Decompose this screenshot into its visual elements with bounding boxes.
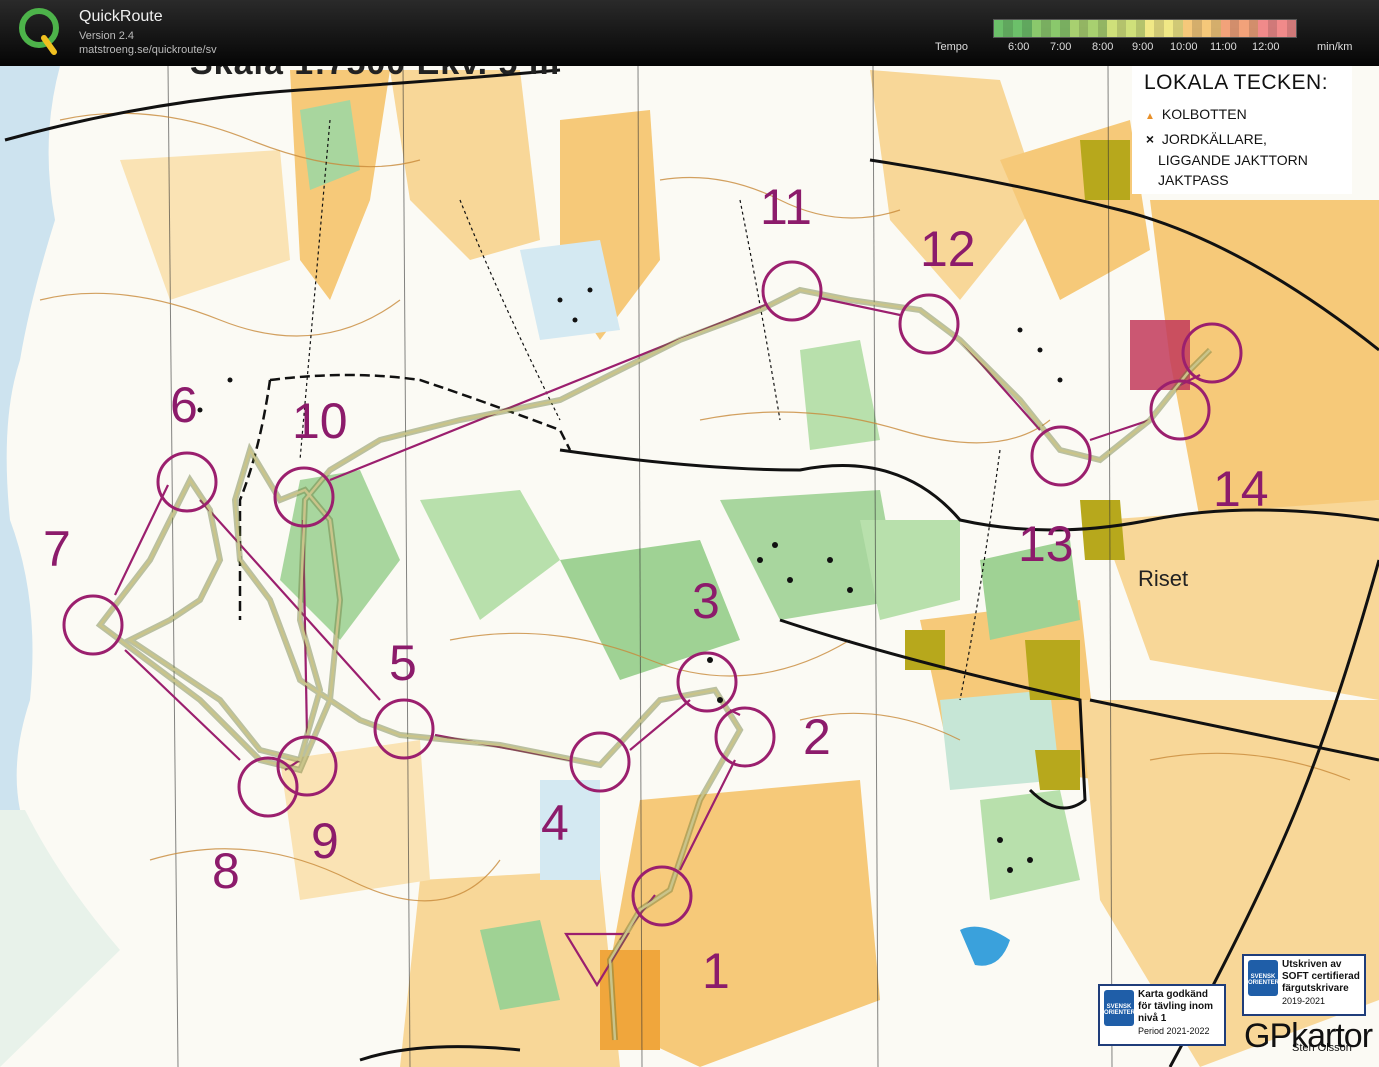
legend-item-jordkallare: × JORDKÄLLARE,	[1142, 129, 1267, 150]
tempo-scale-segment	[1126, 20, 1136, 37]
tempo-scale-segment	[1060, 20, 1070, 37]
legend-item-label: KOLBOTTEN	[1161, 106, 1247, 122]
legend-title: LOKALA TECKEN:	[1144, 71, 1329, 94]
control-number-9: 9	[311, 813, 339, 869]
tempo-scale-segment	[1154, 20, 1164, 37]
control-circle-2	[714, 706, 776, 768]
tempo-scale-segment	[1182, 20, 1193, 37]
tempo-scale-segment	[1012, 20, 1023, 37]
tempo-scale-segment	[1031, 20, 1042, 37]
tempo-scale-segment	[1088, 20, 1098, 37]
tempo-tick: 12:00	[1252, 41, 1280, 53]
tempo-scale-segment	[1107, 20, 1117, 37]
tempo-scale-segment	[1097, 20, 1108, 37]
tempo-scale-segment	[1163, 20, 1174, 37]
legend-item-kolbotten: ▲ KOLBOTTEN	[1142, 104, 1247, 127]
tempo-scale-segment	[1286, 20, 1296, 37]
tempo-scale-segment	[1069, 20, 1079, 37]
tempo-ticks: 6:00 7:00 8:00 9:00 10:00 11:00 12:00	[1000, 41, 1300, 55]
tempo-scale-segment	[1220, 20, 1230, 37]
cross-icon: ×	[1145, 131, 1155, 147]
control-circle-12	[898, 293, 960, 355]
control-number-11: 11	[760, 179, 812, 235]
tempo-scale-segment	[1078, 20, 1089, 37]
tempo-scale-segment	[1116, 20, 1127, 37]
tempo-scale-segment	[1277, 20, 1287, 37]
control-number-2: 2	[803, 709, 831, 765]
tempo-tick: 7:00	[1050, 41, 1072, 53]
control-number-14: 14	[1213, 461, 1269, 517]
tempo-unit: min/km	[1317, 41, 1353, 53]
tempo-scale-segment	[1192, 20, 1202, 37]
maker-name: Sten Olsson	[1292, 1042, 1352, 1054]
control-number-1: 1	[702, 943, 730, 999]
control-number-12: 12	[920, 221, 976, 277]
tempo-scale-segment	[1211, 20, 1221, 37]
tempo-scale-segment	[1248, 20, 1259, 37]
legend-item-label: LIGGANDE JAKTTORN	[1158, 152, 1308, 168]
control-number-8: 8	[212, 843, 240, 899]
quickroute-header: QuickRoute Version 2.4 matstroeng.se/qui…	[0, 0, 1379, 66]
triangle-icon: ▲	[1145, 111, 1155, 122]
tempo-tick: 8:00	[1092, 41, 1114, 53]
svensk-orientering-logo-icon: SVENSK ORIENTERING	[1104, 990, 1146, 1026]
tempo-tick: 9:00	[1132, 41, 1154, 53]
map-scale-text: Skala 1:7500 Ekv. 5 m	[190, 66, 560, 76]
map-legend: LOKALA TECKEN: ▲ KOLBOTTEN × JORDKÄLLARE…	[1132, 66, 1352, 194]
control-number-5: 5	[389, 635, 417, 691]
tempo-scale-segment	[1022, 20, 1032, 37]
legend-item-jaktpass: JAKTPASS	[1158, 170, 1229, 191]
tempo-label: Tempo	[935, 41, 969, 53]
legend-item-jaktorn: LIGGANDE JAKTTORN	[1158, 150, 1308, 171]
printer-cert-badge: SVENSK ORIENTERING Utskriven av SOFT cert…	[1242, 954, 1366, 1016]
legend-item-label: JAKTPASS	[1158, 172, 1229, 188]
tempo-scale-segment	[1135, 20, 1145, 37]
tempo-scale-segment	[1041, 20, 1051, 37]
tempo-scale-segment	[1267, 20, 1278, 37]
control-number-6: 6	[170, 377, 198, 433]
svensk-orientering-logo-icon: SVENSK ORIENTERING	[1248, 960, 1290, 996]
approval-badge: SVENSK ORIENTERING Karta godkänd för tävl…	[1098, 984, 1226, 1046]
control-number-4: 4	[541, 795, 569, 851]
tempo-scale-segment	[1050, 20, 1061, 37]
tempo-scale-segment	[1145, 20, 1155, 37]
tempo-scale-segment	[1173, 20, 1183, 37]
tempo-tick: 6:00	[1008, 41, 1030, 53]
control-circle-7	[62, 594, 124, 656]
orienteering-map[interactable]: Skala 1:7500 Ekv. 5 m 1 2 3 4 5 6 7 8 9 …	[0, 66, 1379, 1067]
legend-item-label: JORDKÄLLARE,	[1161, 131, 1267, 147]
quickroute-logo-icon	[19, 8, 59, 55]
place-name-riset: Riset	[1138, 566, 1189, 591]
app-name: QuickRoute	[79, 8, 163, 25]
tempo-color-scale	[993, 19, 1297, 38]
tempo-tick: 10:00	[1170, 41, 1198, 53]
app-url[interactable]: matstroeng.se/quickroute/sv	[79, 44, 217, 56]
tempo-scale-segment	[1003, 20, 1013, 37]
tempo-scale-segment	[994, 20, 1004, 37]
control-number-7: 7	[43, 521, 71, 577]
tempo-scale-segment	[1239, 20, 1249, 37]
badge-text: Karta godkänd för tävling inom nivå 1 Perio…	[1138, 989, 1213, 1036]
control-number-10: 10	[292, 393, 348, 449]
badge-text: Utskriven av SOFT certifierad färgutskriva…	[1282, 959, 1360, 1006]
tempo-tick: 11:00	[1210, 41, 1237, 53]
tempo-scale-segment	[1229, 20, 1240, 37]
control-number-13: 13	[1018, 516, 1074, 572]
app-version: Version 2.4	[79, 30, 135, 42]
tempo-scale-segment	[1201, 20, 1212, 37]
control-number-3: 3	[692, 573, 720, 629]
tempo-scale-segment	[1258, 20, 1268, 37]
control-circle-3	[676, 651, 738, 713]
